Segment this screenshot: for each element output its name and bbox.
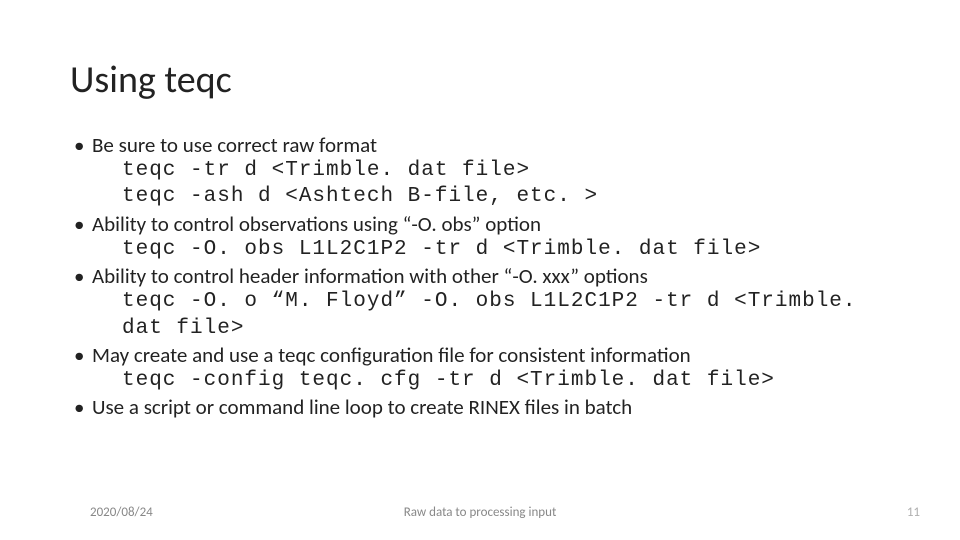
bullet-2-text: Ability to control observations using “-…	[92, 211, 541, 237]
bullet-4-code-1: teqc -config teqc. cfg -tr d <Trimble. d…	[92, 368, 890, 394]
bullet-1-code-1: teqc -tr d <Trimble. dat file>	[92, 158, 890, 184]
bullet-5-text: Use a script or command line loop to cre…	[92, 394, 632, 420]
bullet-3: Ability to control header information wi…	[70, 263, 890, 342]
slide-title: Using teqc	[70, 60, 890, 102]
bullet-3-text: Ability to control header information wi…	[92, 263, 648, 289]
bullet-2-code-1: teqc -O. obs L1L2C1P2 -tr d <Trimble. da…	[92, 237, 890, 263]
bullet-5: Use a script or command line loop to cre…	[70, 394, 890, 420]
bullet-1-code-2: teqc -ash d <Ashtech B-file, etc. >	[92, 184, 890, 210]
slide: Using teqc Be sure to use correct raw fo…	[0, 0, 960, 540]
bullet-2: Ability to control observations using “-…	[70, 211, 890, 264]
bullet-4-text: May create and use a teqc configuration …	[92, 342, 691, 368]
bullet-1-text: Be sure to use correct raw format	[92, 132, 377, 158]
bullet-1: Be sure to use correct raw format teqc -…	[70, 132, 890, 211]
body-list: Be sure to use correct raw format teqc -…	[70, 132, 890, 421]
bullet-3-code-1: teqc -O. o “M. Floyd” -O. obs L1L2C1P2 -…	[92, 289, 890, 342]
footer: 2020/08/24 Raw data to processing input …	[0, 505, 960, 520]
footer-title: Raw data to processing input	[0, 505, 960, 520]
bullet-4: May create and use a teqc configuration …	[70, 342, 890, 395]
